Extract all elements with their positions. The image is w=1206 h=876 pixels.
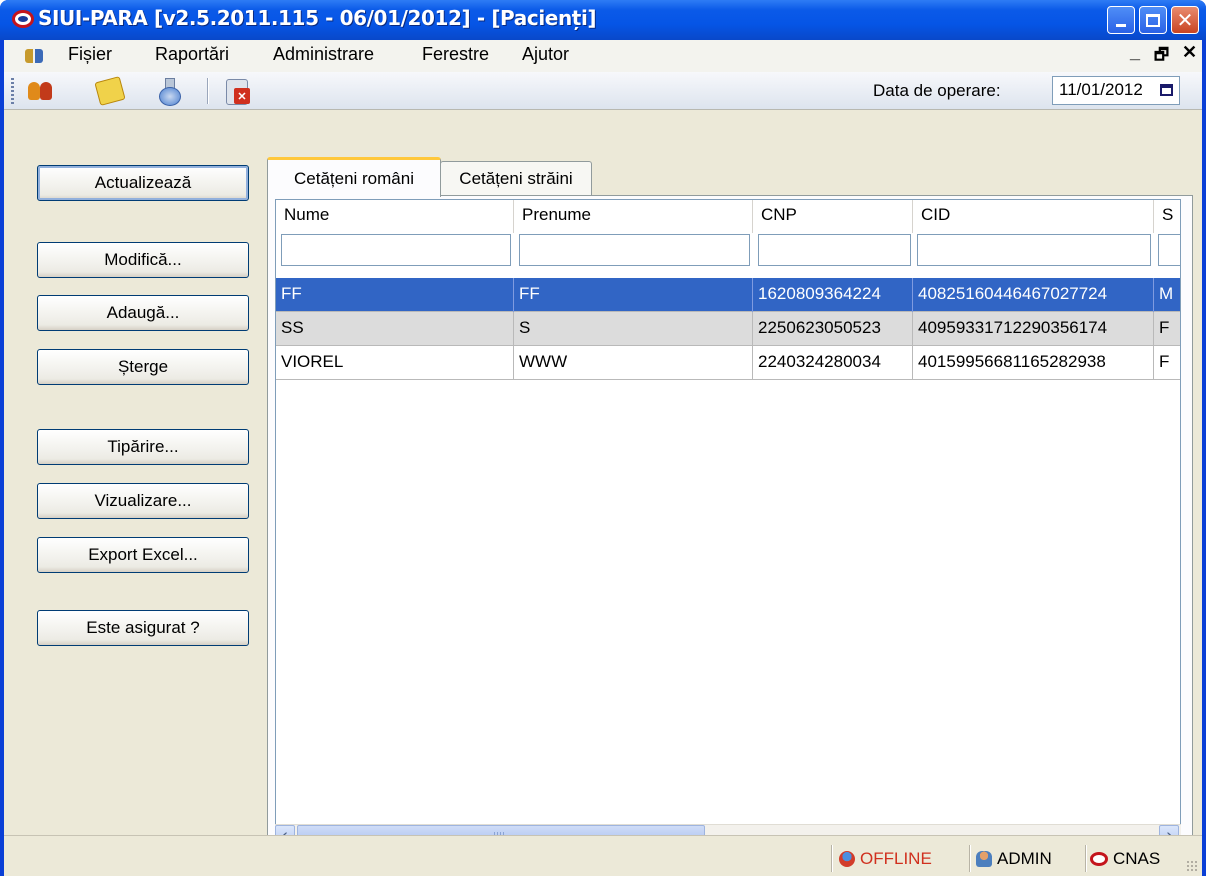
filter-nume-input[interactable] bbox=[281, 234, 511, 266]
status-connection-text: OFFLINE bbox=[860, 849, 932, 868]
table-row[interactable]: SS S 2250623050523 40959331712290356174 … bbox=[276, 312, 1180, 346]
sterge-button[interactable]: Șterge bbox=[37, 349, 249, 385]
status-separator bbox=[831, 845, 833, 872]
actualizeaza-button[interactable]: Actualizează bbox=[37, 165, 249, 201]
filter-cnp-input[interactable] bbox=[758, 234, 911, 266]
flask-icon[interactable] bbox=[156, 76, 186, 106]
toolbar-separator bbox=[207, 78, 209, 104]
status-connection: OFFLINE bbox=[839, 849, 932, 869]
operating-date-value: 11/01/2012 bbox=[1059, 80, 1143, 99]
status-separator bbox=[1085, 845, 1087, 872]
vizualizare-button[interactable]: Vizualizare... bbox=[37, 483, 249, 519]
minimize-icon bbox=[1116, 23, 1126, 27]
column-header-prenume[interactable]: Prenume bbox=[514, 200, 753, 233]
cell-sex: F bbox=[1154, 346, 1180, 380]
filter-cid-input[interactable] bbox=[917, 234, 1151, 266]
filter-sex-input[interactable] bbox=[1158, 234, 1180, 266]
este-asigurat-button[interactable]: Este asigurat ? bbox=[37, 610, 249, 646]
cell-nume: SS bbox=[276, 312, 514, 346]
menu-ajutor[interactable]: Ajutor bbox=[522, 44, 569, 65]
table-header: Nume Prenume CNP CID S bbox=[276, 200, 1180, 233]
close-button[interactable]: ✕ bbox=[1171, 6, 1199, 34]
tab-cetateni-straini[interactable]: Cetățeni străini bbox=[440, 161, 592, 195]
mdi-close-button[interactable]: ✕ bbox=[1182, 42, 1197, 63]
adauga-button[interactable]: Adaugă... bbox=[37, 295, 249, 331]
operating-date-label: Data de operare: bbox=[873, 81, 1001, 100]
tiparire-button[interactable]: Tipărire... bbox=[37, 429, 249, 465]
mdi-minimize-button[interactable]: _ bbox=[1130, 42, 1140, 63]
cell-nume: FF bbox=[276, 278, 514, 312]
calendar-icon[interactable] bbox=[1160, 84, 1173, 96]
cell-sex: F bbox=[1154, 312, 1180, 346]
table-row[interactable]: VIOREL WWW 2240324280034 401599566811652… bbox=[276, 346, 1180, 380]
client-area: Fișier Raportări Administrare Ferestre A… bbox=[4, 40, 1202, 876]
column-header-cid[interactable]: CID bbox=[913, 200, 1154, 233]
status-bar: OFFLINE ADMIN CNAS bbox=[4, 835, 1202, 876]
maximize-button[interactable] bbox=[1139, 6, 1167, 34]
app-window: SIUI-PARA [v2.5.2011.115 - 06/01/2012] -… bbox=[0, 0, 1206, 876]
status-user: ADMIN bbox=[976, 849, 1052, 869]
menu-ferestre[interactable]: Ferestre bbox=[422, 44, 489, 65]
mdi-child-icon[interactable] bbox=[25, 49, 43, 63]
exit-icon[interactable] bbox=[222, 76, 252, 106]
menu-fisier[interactable]: Fișier bbox=[68, 44, 112, 65]
user-icon bbox=[976, 851, 992, 867]
cell-sex: M bbox=[1154, 278, 1180, 312]
column-header-nume[interactable]: Nume bbox=[276, 200, 514, 233]
column-header-cnp[interactable]: CNP bbox=[753, 200, 913, 233]
close-icon: ✕ bbox=[1176, 8, 1194, 32]
status-separator bbox=[969, 845, 971, 872]
resize-grip[interactable] bbox=[1186, 860, 1198, 872]
filter-prenume-input[interactable] bbox=[519, 234, 750, 266]
cell-prenume: S bbox=[514, 312, 753, 346]
menu-raportari[interactable]: Raportări bbox=[155, 44, 229, 65]
menu-bar: Fișier Raportări Administrare Ferestre A… bbox=[4, 40, 1202, 72]
cell-cid: 40959331712290356174 bbox=[913, 312, 1154, 346]
cell-cnp: 1620809364224 bbox=[753, 278, 913, 312]
minimize-button[interactable] bbox=[1107, 6, 1135, 34]
operating-date-field[interactable]: 11/01/2012 bbox=[1052, 76, 1180, 105]
filter-row bbox=[276, 233, 1180, 269]
cell-prenume: WWW bbox=[514, 346, 753, 380]
cell-cid: 40159956681165282938 bbox=[913, 346, 1154, 380]
people-icon[interactable] bbox=[26, 76, 56, 106]
status-user-text: ADMIN bbox=[997, 849, 1052, 868]
export-excel-button[interactable]: Export Excel... bbox=[37, 537, 249, 573]
cnas-logo-icon bbox=[1090, 852, 1108, 866]
patients-table[interactable]: Nume Prenume CNP CID S FF FF 16208093642… bbox=[275, 199, 1181, 845]
modifica-button[interactable]: Modifică... bbox=[37, 242, 249, 278]
status-org-text: CNAS bbox=[1113, 849, 1161, 868]
tab-cetateni-romani[interactable]: Cetățeni români bbox=[267, 157, 441, 197]
cell-cnp: 2250623050523 bbox=[753, 312, 913, 346]
offline-icon bbox=[839, 851, 855, 867]
maximize-icon bbox=[1146, 13, 1160, 27]
mdi-restore-button[interactable]: 🗗 bbox=[1154, 44, 1169, 71]
window-title: SIUI-PARA [v2.5.2011.115 - 06/01/2012] -… bbox=[38, 6, 597, 30]
cell-cid: 40825160446467027724 bbox=[913, 278, 1154, 312]
notes-icon[interactable] bbox=[95, 76, 125, 106]
cell-cnp: 2240324280034 bbox=[753, 346, 913, 380]
menu-administrare[interactable]: Administrare bbox=[273, 44, 374, 65]
cell-prenume: FF bbox=[514, 278, 753, 312]
toolbar: Data de operare: 11/01/2012 bbox=[4, 72, 1202, 110]
toolbar-grip[interactable] bbox=[11, 78, 14, 104]
status-org: CNAS bbox=[1090, 849, 1160, 869]
title-bar[interactable]: SIUI-PARA [v2.5.2011.115 - 06/01/2012] -… bbox=[0, 0, 1206, 40]
app-logo-icon bbox=[12, 10, 34, 28]
column-header-sex[interactable]: S bbox=[1154, 200, 1180, 233]
cell-nume: VIOREL bbox=[276, 346, 514, 380]
table-row[interactable]: FF FF 1620809364224 40825160446467027724… bbox=[276, 278, 1180, 312]
